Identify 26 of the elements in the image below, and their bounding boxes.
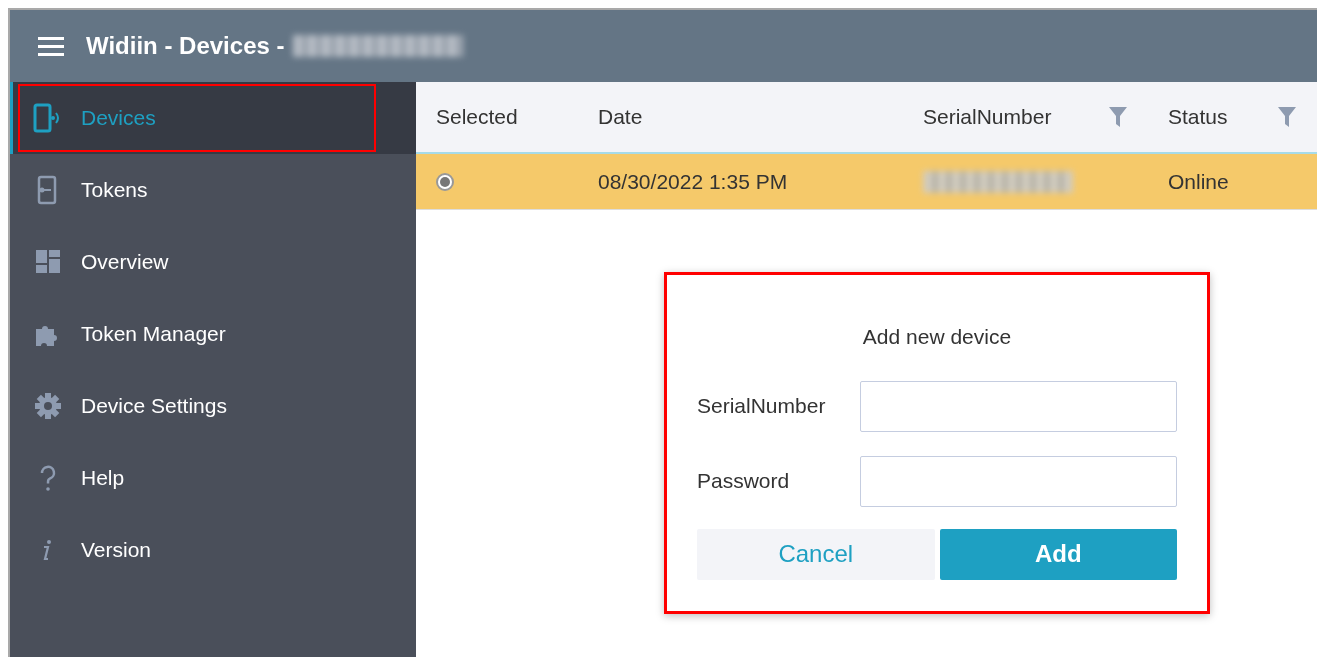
settings-icon <box>33 391 63 421</box>
column-header[interactable]: Status <box>1168 101 1228 133</box>
sidebar-item[interactable]: Tokens <box>10 154 416 226</box>
column-header[interactable]: Date <box>598 101 643 133</box>
sidebar-item[interactable]: Help <box>10 442 416 514</box>
filter-icon[interactable] <box>1108 106 1128 128</box>
window-title: Widiin - Devices - <box>86 31 285 61</box>
menu-icon[interactable] <box>38 36 64 56</box>
sidebar-item[interactable]: Devices <box>10 82 416 154</box>
info-icon <box>43 539 53 561</box>
input-field[interactable] <box>859 380 1177 432</box>
table-row[interactable]: 08/30/2022 1:35 PM Online <box>416 154 1317 210</box>
filter-icon[interactable] <box>1277 106 1297 128</box>
table-cell-text: Online <box>1168 168 1229 195</box>
sidebar-item[interactable]: Device Settings <box>10 370 416 442</box>
field-label: SerialNumber <box>697 393 827 420</box>
table-cell-text: 08/30/2022 1:35 PM <box>598 168 788 195</box>
radio-button[interactable] <box>436 172 454 191</box>
field-label: Password <box>697 468 791 495</box>
column-header[interactable]: SerialNumber <box>923 101 1052 133</box>
input-field[interactable] <box>859 455 1177 507</box>
column-header[interactable]: Selected <box>436 101 518 133</box>
sidebar-item[interactable]: Token Manager <box>10 298 416 370</box>
dialog-title: Add new device <box>861 324 1013 350</box>
sidebar-item[interactable]: Overview <box>10 226 416 298</box>
sidebar-item[interactable]: Version <box>10 514 416 586</box>
